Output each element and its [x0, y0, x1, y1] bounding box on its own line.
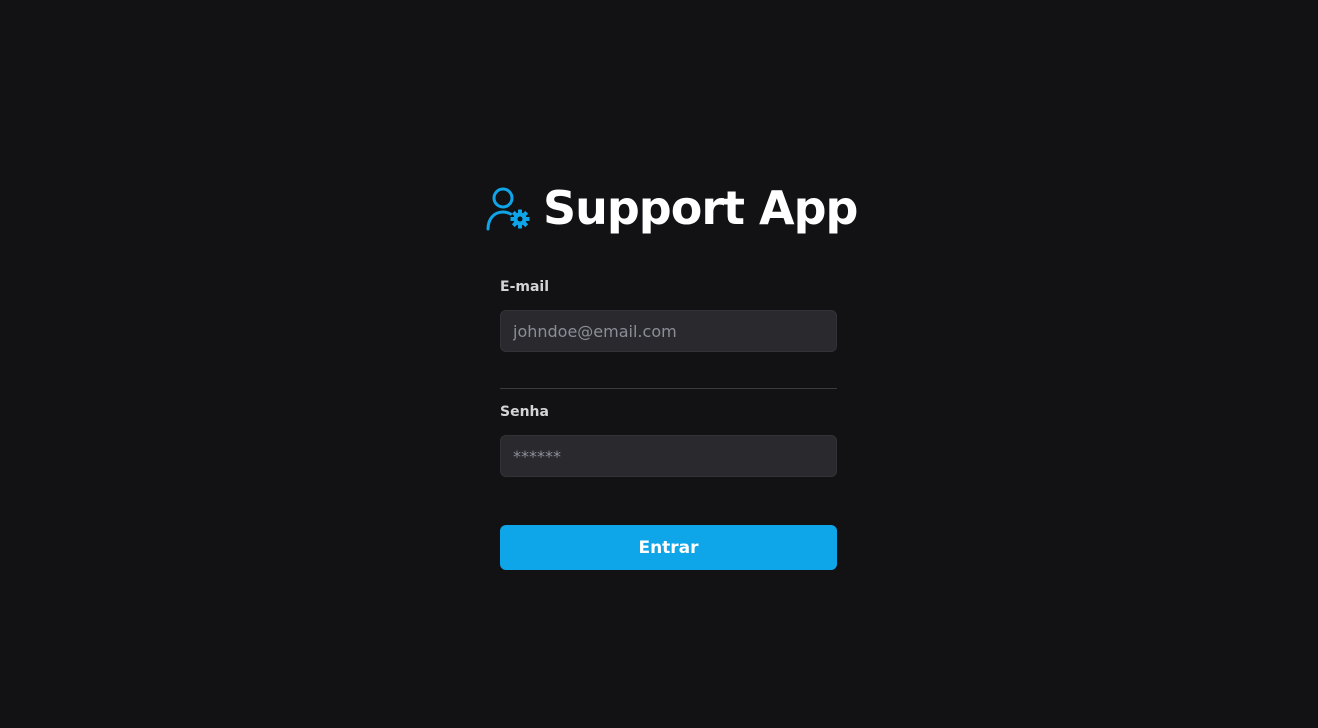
login-button[interactable]: Entrar — [500, 525, 837, 570]
email-field-group: E-mail — [500, 276, 837, 352]
email-label: E-mail — [500, 279, 550, 295]
divider — [500, 388, 837, 389]
login-form: E-mail Senha Entrar — [500, 276, 837, 570]
email-field[interactable] — [500, 310, 837, 352]
password-field-group: Senha — [500, 401, 837, 477]
user-gear-icon — [485, 185, 531, 231]
app-title: Support App — [543, 181, 858, 235]
brand-header: Support App — [485, 178, 858, 238]
password-label: Senha — [500, 404, 549, 420]
password-field[interactable] — [500, 435, 837, 477]
login-page: Support App E-mail Senha Entrar — [0, 0, 1318, 728]
